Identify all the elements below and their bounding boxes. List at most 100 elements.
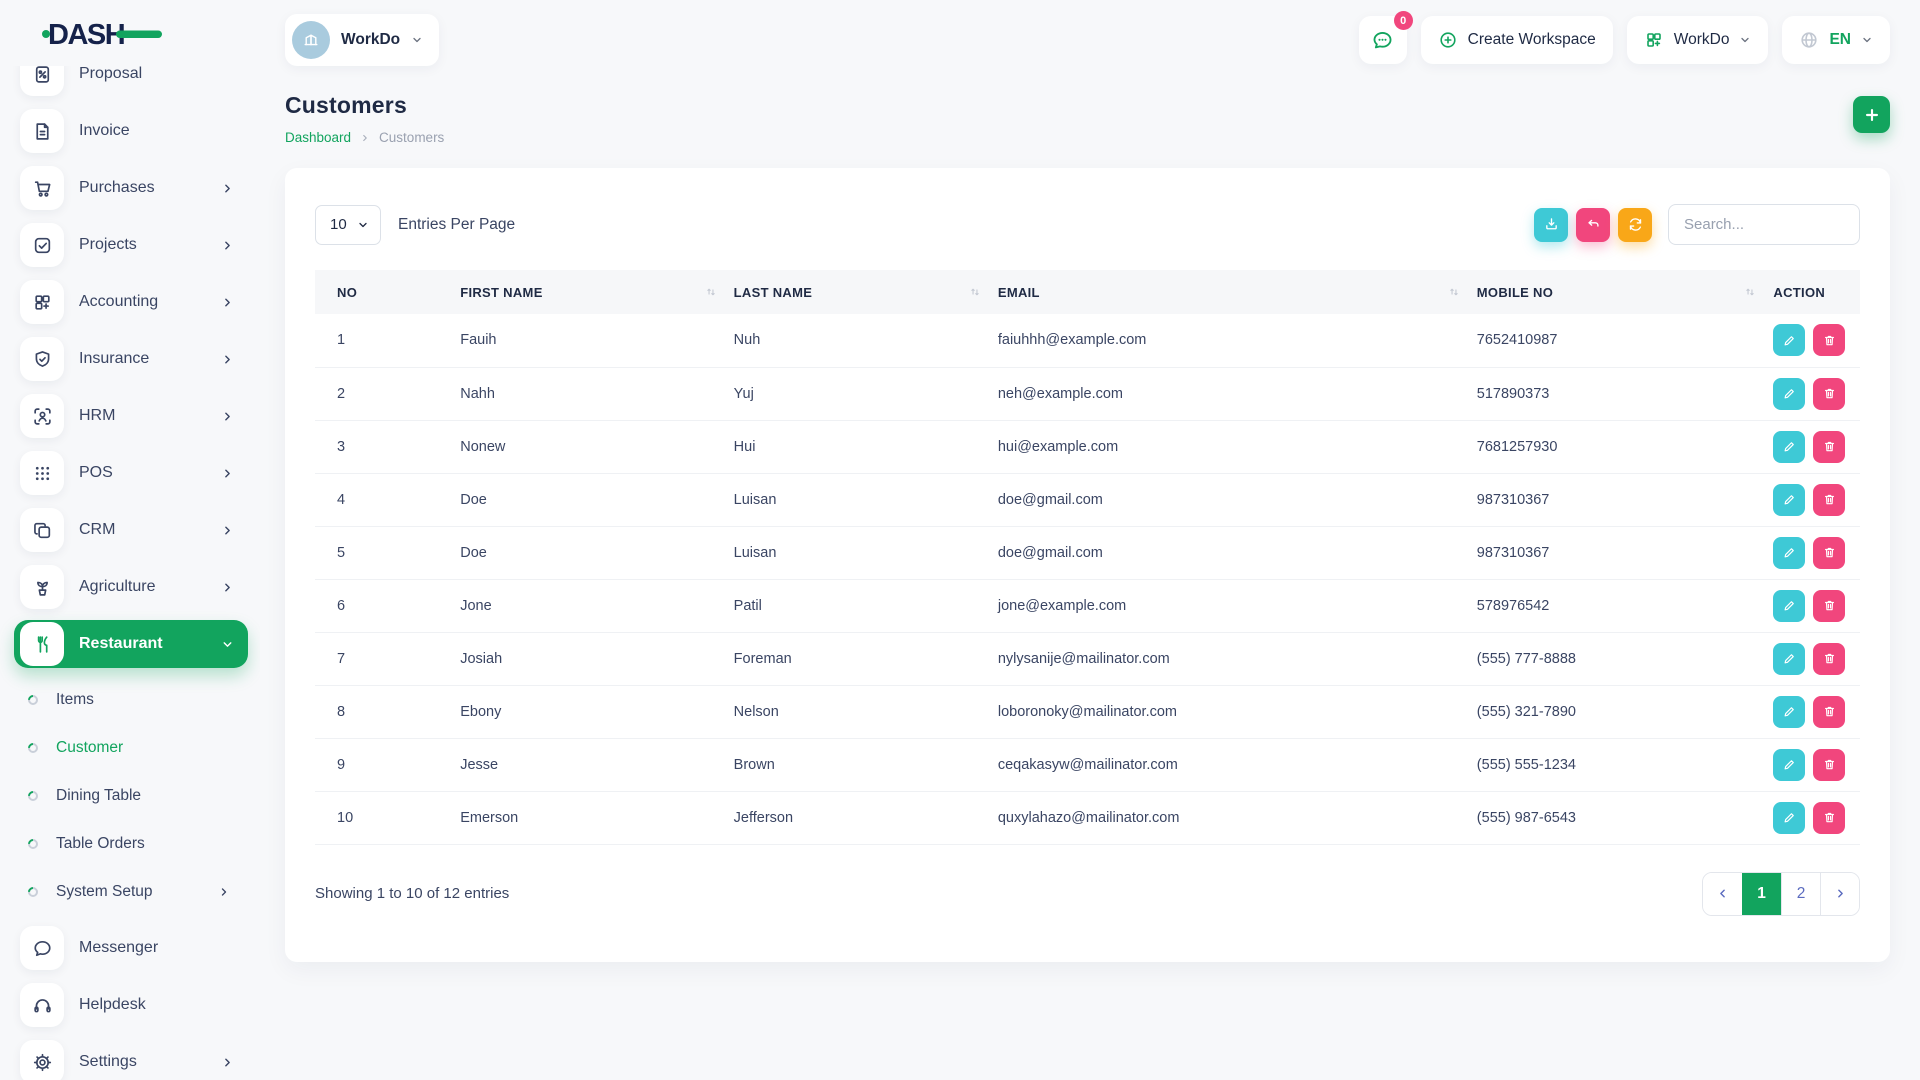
language-button[interactable]: EN: [1782, 16, 1890, 64]
chat-icon: [1371, 29, 1394, 52]
table-row: 2 Nahh Yuj neh@example.com 517890373: [315, 367, 1860, 420]
sidebar-item-purchases[interactable]: Purchases: [14, 164, 248, 212]
edit-button[interactable]: [1773, 643, 1805, 675]
delete-button[interactable]: [1813, 590, 1845, 622]
sidebar-item-dining-table[interactable]: Dining Table: [28, 773, 248, 819]
app-logo: DASH: [0, 0, 260, 66]
search-input[interactable]: [1668, 204, 1860, 245]
column-header-first-name[interactable]: FIRST NAME: [460, 270, 733, 314]
sidebar-item-invoice[interactable]: Invoice: [14, 107, 248, 155]
edit-button[interactable]: [1773, 749, 1805, 781]
sidebar-item-messenger[interactable]: Messenger: [14, 924, 248, 972]
bullet-icon: [26, 789, 40, 803]
cell-mobile: 7652410987: [1477, 332, 1558, 348]
language-code: EN: [1829, 31, 1851, 49]
delete-button[interactable]: [1813, 749, 1845, 781]
sort-icon: [968, 285, 982, 299]
cell-mobile: 578976542: [1477, 598, 1550, 614]
delete-button[interactable]: [1813, 802, 1845, 834]
sidebar-item-table-orders[interactable]: Table Orders: [28, 821, 248, 867]
delete-button[interactable]: [1813, 696, 1845, 728]
chevron-right-icon: [360, 133, 370, 143]
sidebar-item-proposal[interactable]: Proposal: [14, 66, 248, 98]
pagination-next-button[interactable]: [1820, 873, 1859, 915]
breadcrumb-link-dashboard[interactable]: Dashboard: [285, 130, 351, 145]
purchases-icon: [32, 178, 53, 199]
sidebar-item-pos[interactable]: POS: [14, 449, 248, 497]
sidebar-item-crm[interactable]: CRM: [14, 506, 248, 554]
refresh-icon: [1627, 216, 1644, 233]
column-header-last-name[interactable]: LAST NAME: [734, 270, 998, 314]
cell-first-name: Josiah: [460, 651, 502, 667]
table-row: 3 Nonew Hui hui@example.com 7681257930: [315, 420, 1860, 473]
edit-button[interactable]: [1773, 431, 1805, 463]
chevron-down-icon: [1739, 34, 1751, 46]
sidebar-item-hrm[interactable]: HRM: [14, 392, 248, 440]
table-row: 9 Jesse Brown ceqakasyw@mailinator.com (…: [315, 738, 1860, 791]
export-button[interactable]: [1534, 208, 1568, 242]
edit-button[interactable]: [1773, 696, 1805, 728]
sidebar-item-helpdesk[interactable]: Helpdesk: [14, 981, 248, 1029]
sidebar-item-accounting[interactable]: Accounting: [14, 278, 248, 326]
breadcrumb: Dashboard Customers: [285, 130, 444, 145]
pencil-icon: [1782, 704, 1797, 719]
sidebar-item-projects[interactable]: Projects: [14, 221, 248, 269]
trash-icon: [1822, 598, 1837, 613]
edit-button[interactable]: [1773, 802, 1805, 834]
page-button-2[interactable]: 2: [1781, 873, 1820, 915]
undo-button[interactable]: [1576, 208, 1610, 242]
chevron-right-icon: [221, 1056, 234, 1069]
plus-icon: [1863, 106, 1881, 124]
column-header-email[interactable]: EMAIL: [998, 270, 1477, 314]
page-header: Customers Dashboard Customers: [285, 72, 1890, 145]
entries-per-page-select[interactable]: 10: [315, 205, 381, 245]
sidebar-item-restaurant[interactable]: Restaurant: [14, 620, 248, 668]
add-customer-button[interactable]: [1853, 96, 1890, 133]
pagination-prev-button[interactable]: [1703, 873, 1742, 915]
sidebar-item-insurance[interactable]: Insurance: [14, 335, 248, 383]
delete-button[interactable]: [1813, 643, 1845, 675]
page-title: Customers: [285, 92, 444, 119]
cell-first-name: Jesse: [460, 757, 498, 773]
workdo-menu-button[interactable]: WorkDo: [1627, 16, 1769, 64]
chat-button[interactable]: 0: [1359, 16, 1407, 64]
settings-icon: [32, 1052, 53, 1073]
refresh-button[interactable]: [1618, 208, 1652, 242]
delete-button[interactable]: [1813, 378, 1845, 410]
page-button-1[interactable]: 1: [1742, 873, 1781, 915]
chevron-right-icon: [221, 296, 234, 309]
cell-last-name: Luisan: [734, 492, 777, 508]
chevron-right-icon: [221, 581, 234, 594]
delete-button[interactable]: [1813, 484, 1845, 516]
table-header-row: NOFIRST NAMELAST NAMEEMAILMOBILE NOACTIO…: [315, 270, 1860, 314]
column-header-mobile-no[interactable]: MOBILE NO: [1477, 270, 1774, 314]
sidebar-item-items[interactable]: Items: [28, 677, 248, 723]
dash-logo-icon: DASH: [42, 15, 166, 51]
workspace-switcher[interactable]: WorkDo: [285, 14, 439, 66]
trash-icon: [1822, 333, 1837, 348]
cell-email: faiuhhh@example.com: [998, 332, 1147, 348]
sidebar-item-system-setup[interactable]: System Setup: [28, 869, 248, 915]
edit-button[interactable]: [1773, 537, 1805, 569]
delete-button[interactable]: [1813, 431, 1845, 463]
delete-button[interactable]: [1813, 537, 1845, 569]
hrm-icon: [32, 406, 53, 427]
sidebar-item-customer[interactable]: Customer: [28, 725, 248, 771]
edit-button[interactable]: [1773, 484, 1805, 516]
cell-email: hui@example.com: [998, 439, 1118, 455]
chevron-right-icon: [218, 886, 230, 898]
edit-button[interactable]: [1773, 324, 1805, 356]
cell-no: 9: [337, 757, 345, 773]
pencil-icon: [1782, 333, 1797, 348]
delete-button[interactable]: [1813, 324, 1845, 356]
pencil-icon: [1782, 492, 1797, 507]
sidebar-item-agriculture[interactable]: Agriculture: [14, 563, 248, 611]
sort-icon: [1743, 285, 1757, 299]
chevron-right-icon: [221, 467, 234, 480]
edit-button[interactable]: [1773, 378, 1805, 410]
create-workspace-button[interactable]: Create Workspace: [1421, 16, 1613, 64]
edit-button[interactable]: [1773, 590, 1805, 622]
sidebar-item-settings[interactable]: Settings: [14, 1038, 248, 1080]
cell-mobile: 987310367: [1477, 545, 1550, 561]
bullet-icon: [26, 741, 40, 755]
